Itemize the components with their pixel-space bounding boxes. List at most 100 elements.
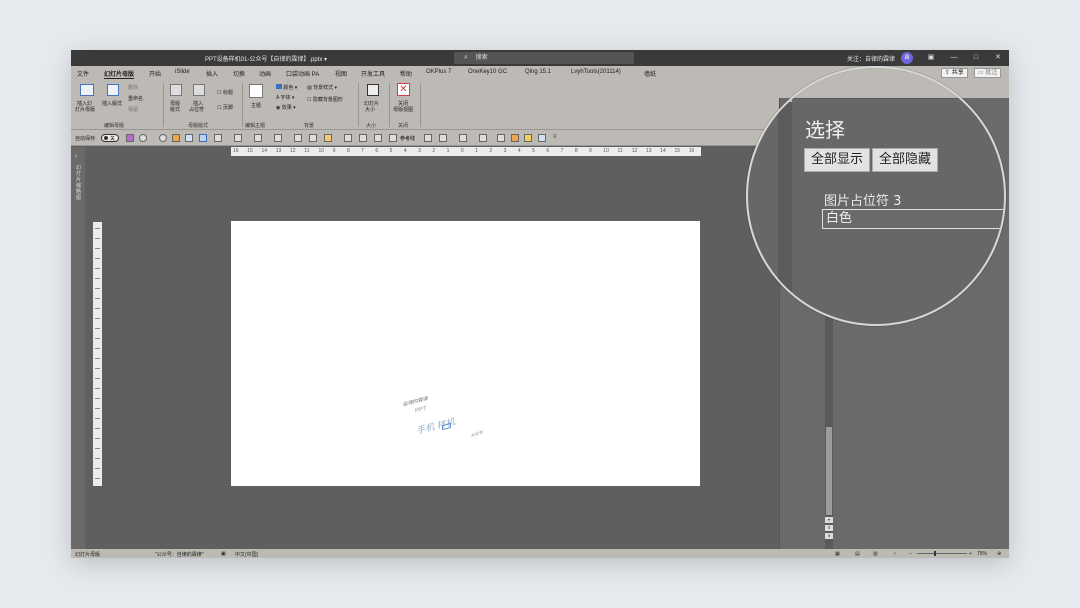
rotate-icon[interactable] — [294, 134, 302, 142]
insert-slide-master-icon[interactable] — [80, 84, 94, 96]
tab-okplus[interactable]: OKPlus 7 — [426, 69, 451, 75]
scrollbar-thumb[interactable] — [826, 427, 832, 515]
tab-lvyhtools[interactable]: LvyhTools(201114) — [571, 69, 621, 75]
scroll-down-arrow[interactable]: ▾ — [825, 517, 833, 523]
distribute-icon[interactable] — [344, 134, 352, 142]
user-name[interactable]: 关注：自律的霖律 — [847, 54, 895, 63]
insert-layout-icon[interactable] — [107, 84, 119, 96]
align-icon[interactable] — [214, 134, 222, 142]
outline-icon[interactable] — [479, 134, 487, 142]
slide-sorter-icon[interactable]: ▤ — [855, 551, 860, 557]
search-box[interactable]: ⌕ 搜索 — [454, 52, 634, 64]
hide-background-checkbox[interactable]: ☐ 隐藏背景图形 — [307, 96, 343, 103]
theme-icon[interactable] — [249, 84, 263, 98]
title-checkbox[interactable]: ☐ 标题 — [217, 89, 233, 96]
present-icon[interactable] — [185, 134, 193, 142]
guides-label: 参考线 — [400, 136, 416, 142]
ruler-tick-label: 11 — [304, 148, 310, 154]
accessibility-icon[interactable]: ▣ — [221, 551, 226, 557]
theme-label[interactable]: 主题 — [251, 102, 261, 109]
tab-wallpaper[interactable]: 墙纸 — [644, 69, 656, 78]
zoom-slider-handle[interactable] — [934, 551, 936, 556]
redo-icon[interactable] — [159, 134, 167, 142]
crop-icon[interactable] — [424, 134, 432, 142]
preserve-label[interactable]: 保留 — [128, 106, 138, 113]
fit-slide-icon[interactable]: ⊕ — [997, 551, 1001, 557]
tab-insert[interactable]: 插入 — [206, 69, 218, 78]
tab-home[interactable]: 开始 — [149, 69, 161, 78]
customize-qat-icon[interactable]: ≡ — [553, 134, 557, 140]
zoom-level[interactable]: 75% — [977, 551, 987, 557]
page-down-arrow[interactable]: ⇟ — [825, 533, 833, 539]
insert-layout-label[interactable]: 插入版式 — [102, 100, 122, 107]
tab-help[interactable]: 帮助 — [400, 69, 412, 78]
maximize-icon[interactable]: □ — [969, 52, 983, 64]
ribbon-display-icon[interactable]: ▣ — [924, 52, 938, 64]
tab-slide-master[interactable]: 幻灯片母版 — [104, 69, 135, 79]
fill-icon[interactable] — [459, 134, 467, 142]
background-styles-button[interactable]: ▨ 背景样式 ▾ — [307, 84, 337, 91]
undo-icon[interactable] — [139, 134, 147, 142]
arrange-icon[interactable] — [254, 134, 262, 142]
fonts-button[interactable]: A 字体 ▾ — [276, 94, 294, 101]
tab-transition[interactable]: 切换 — [233, 69, 245, 78]
picture-icon[interactable] — [497, 134, 505, 142]
tab-qing[interactable]: Qing 15.1 — [525, 69, 551, 75]
thumbnail-pane-collapsed[interactable]: › 幻灯片缩略图 — [71, 147, 85, 549]
grid-icon[interactable] — [359, 134, 367, 142]
tab-onekey[interactable]: OneKey10 GC — [468, 69, 507, 75]
zoom-out-icon[interactable]: − — [909, 551, 912, 557]
effects-button[interactable]: ◉ 效果 ▾ — [276, 104, 296, 111]
group-edit-master: 编辑母版 — [104, 123, 125, 129]
footer-checkbox[interactable]: ☐ 页脚 — [217, 104, 233, 111]
selection-item[interactable]: 图片占位符 3 — [824, 190, 901, 209]
guides-checkbox-icon[interactable] — [389, 134, 397, 142]
colors-button[interactable]: 颜色 ▾ — [276, 84, 297, 91]
slideshow-icon[interactable]: ♀ — [893, 551, 897, 557]
shape-tool-icon[interactable] — [234, 134, 242, 142]
slide-size-icon[interactable] — [367, 84, 379, 96]
format-painter-icon[interactable] — [172, 134, 180, 142]
tab-pocket-animation[interactable]: 口袋动画 PA — [286, 69, 319, 78]
close-master-view-icon[interactable]: ✕ — [397, 83, 410, 96]
zoom-in-icon[interactable]: + — [969, 551, 972, 557]
tab-developer[interactable]: 开发工具 — [361, 69, 385, 78]
folder-icon[interactable] — [524, 134, 532, 142]
ruler-tick-mark — [95, 408, 100, 409]
group-icon[interactable] — [274, 134, 282, 142]
minimize-icon[interactable]: — — [947, 52, 961, 64]
insert-shape-icon[interactable] — [324, 134, 332, 142]
table-icon[interactable] — [374, 134, 382, 142]
copy-icon[interactable] — [309, 134, 317, 142]
language-label[interactable]: 中文(中国) — [235, 551, 258, 558]
avatar[interactable]: 霖 — [901, 52, 913, 64]
chevron-right-icon[interactable]: › — [75, 153, 77, 160]
highlight-icon[interactable] — [511, 134, 519, 142]
ruler-tick-label: 4 — [517, 148, 521, 154]
font-color-icon[interactable] — [439, 134, 447, 142]
magnifier-callout: 选择 全部显示 全部隐藏 图片占位符 3 白色 — [746, 66, 1006, 326]
tab-islide[interactable]: iSlide — [175, 69, 190, 75]
tab-animation[interactable]: 动画 — [259, 69, 271, 78]
tab-view[interactable]: 视图 — [335, 69, 347, 78]
hide-all-button[interactable]: 全部隐藏 — [872, 148, 938, 172]
close-icon[interactable]: ✕ — [991, 52, 1005, 64]
reading-view-icon[interactable]: ▥ — [873, 551, 878, 557]
insert-placeholder-icon[interactable] — [193, 84, 205, 96]
autosave-toggle[interactable]: 关 — [101, 134, 119, 142]
show-all-button[interactable]: 全部显示 — [804, 148, 870, 172]
master-layout-icon[interactable] — [170, 84, 182, 96]
slide-canvas[interactable]: 自律的霖律 PPT 手机 样机 公众号 — [231, 221, 700, 486]
layout-view-icon[interactable] — [199, 134, 207, 142]
tab-file[interactable]: 文件 — [77, 69, 89, 78]
ruler-tick-mark — [95, 258, 100, 259]
delete-label[interactable]: 删除 — [128, 84, 138, 91]
rename-label[interactable]: 重命名 — [128, 95, 143, 102]
ruler-tick-label: 6 — [375, 148, 379, 154]
zoom-slider[interactable] — [917, 553, 967, 554]
page-up-arrow[interactable]: ⇞ — [825, 525, 833, 531]
normal-view-icon[interactable]: ▦ — [835, 551, 840, 557]
save-icon[interactable] — [126, 134, 134, 142]
selection-item-selected[interactable]: 白色 — [822, 209, 1004, 229]
screen-icon[interactable] — [538, 134, 546, 142]
